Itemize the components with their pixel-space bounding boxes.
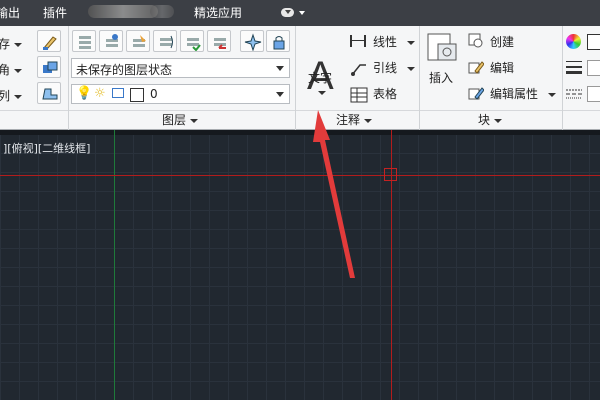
layer-state-value: 未保存的图层状态: [76, 63, 173, 77]
menu-featured-apps[interactable]: 精选应用: [194, 6, 242, 20]
layer-freeze-icon[interactable]: [240, 30, 264, 52]
chevron-down-icon[interactable]: [407, 41, 415, 45]
cloud-icon[interactable]: [281, 8, 294, 17]
insert-block-icon[interactable]: [426, 32, 460, 64]
chevron-down-icon: [364, 118, 373, 123]
chevron-down-icon[interactable]: [318, 91, 326, 95]
panel-separator: [419, 26, 420, 130]
panel-title-divider: [0, 110, 600, 111]
crosshair-horizontal: [0, 175, 600, 176]
left-tool-label: 列: [0, 89, 11, 103]
edit-attributes-label[interactable]: 编辑属性: [490, 87, 538, 101]
lineweight-select[interactable]: [587, 60, 600, 76]
edit-block-label[interactable]: 编辑: [490, 61, 514, 75]
blurred-menu-region: [150, 5, 174, 18]
linetype-icon[interactable]: [566, 88, 582, 100]
match-properties-icon[interactable]: [37, 30, 61, 52]
linear-dimension-label[interactable]: 线性: [373, 35, 397, 49]
create-block-label[interactable]: 创建: [490, 35, 514, 49]
left-tool-label: 存: [0, 37, 11, 51]
linetype-select[interactable]: [587, 86, 600, 102]
chevron-down-icon: [276, 66, 284, 71]
chevron-down-icon[interactable]: [407, 67, 415, 71]
color-swatch[interactable]: [587, 34, 600, 50]
layer-isolate-icon[interactable]: [126, 30, 150, 52]
panel-separator: [562, 26, 563, 130]
leader-label[interactable]: 引线: [373, 61, 397, 75]
panel-title-layer[interactable]: 图层: [162, 113, 199, 127]
chevron-down-icon[interactable]: [14, 95, 22, 99]
chevron-down-icon: [190, 118, 199, 123]
panel-separator: [68, 26, 69, 130]
left-tool-label: 角: [0, 63, 11, 77]
panel-title-block[interactable]: 块: [478, 113, 503, 127]
linear-dimension-icon[interactable]: [350, 35, 366, 47]
color-wheel-icon[interactable]: [566, 34, 581, 49]
y-axis-line: [114, 130, 115, 400]
cursor-pickbox: [384, 168, 397, 181]
layer-properties-icon[interactable]: [72, 30, 96, 52]
leader-icon[interactable]: [350, 59, 368, 77]
panel-title-label: 图层: [162, 113, 187, 127]
group-icon[interactable]: [37, 56, 61, 78]
create-block-icon[interactable]: [468, 33, 484, 49]
measure-icon[interactable]: [37, 82, 61, 104]
viewport-controls-label[interactable]: ][俯视][二维线框]: [3, 140, 90, 156]
sun-icon[interactable]: ☼: [94, 86, 106, 101]
table-label[interactable]: 表格: [373, 87, 397, 101]
layer-walk-icon[interactable]: [153, 30, 177, 52]
panel-title-label: 注释: [336, 113, 361, 127]
panel-title-annotation[interactable]: 注释: [336, 113, 373, 127]
chevron-down-icon[interactable]: [14, 43, 22, 47]
chevron-down-icon[interactable]: [14, 69, 22, 73]
edit-attributes-icon[interactable]: [468, 85, 484, 101]
chevron-down-icon: [494, 118, 503, 123]
current-layer-select[interactable]: 💡 ☼ 0: [71, 84, 290, 104]
menu-bar: 输出 插件 精选应用: [0, 0, 600, 26]
blurred-menu-region: [88, 5, 158, 18]
layer-state-select[interactable]: 未保存的图层状态: [71, 58, 290, 78]
table-icon[interactable]: [350, 87, 368, 103]
layer-previous-icon[interactable]: [207, 30, 231, 52]
insert-label[interactable]: 插入: [429, 71, 453, 85]
menu-plugins[interactable]: 插件: [43, 6, 67, 20]
chevron-down-icon[interactable]: [299, 11, 305, 15]
chevron-down-icon[interactable]: [548, 93, 556, 97]
drawing-canvas[interactable]: ][俯视][二维线框]: [0, 130, 600, 400]
lightbulb-icon[interactable]: 💡: [76, 86, 92, 101]
layer-color-swatch[interactable]: [130, 88, 144, 102]
panel-separator: [295, 26, 296, 130]
ribbon: 存 角 列 未保存的图层状态 💡 ☼ 0 图层 A 文字 线性 引线 表格 注释…: [0, 26, 600, 130]
text-tool-label[interactable]: 文字: [308, 71, 332, 85]
lineweight-icon[interactable]: [566, 60, 582, 74]
chevron-down-icon: [276, 92, 284, 97]
panel-title-label: 块: [478, 113, 491, 127]
edit-block-icon[interactable]: [468, 59, 484, 75]
canvas-top-border: [0, 130, 600, 135]
layer-state-icon[interactable]: [99, 30, 123, 52]
layer-match-icon[interactable]: [180, 30, 204, 52]
menu-output[interactable]: 输出: [0, 6, 20, 20]
unlock-icon[interactable]: [112, 88, 124, 98]
current-layer-name: 0: [150, 87, 158, 101]
layer-lock-icon[interactable]: [266, 30, 290, 52]
